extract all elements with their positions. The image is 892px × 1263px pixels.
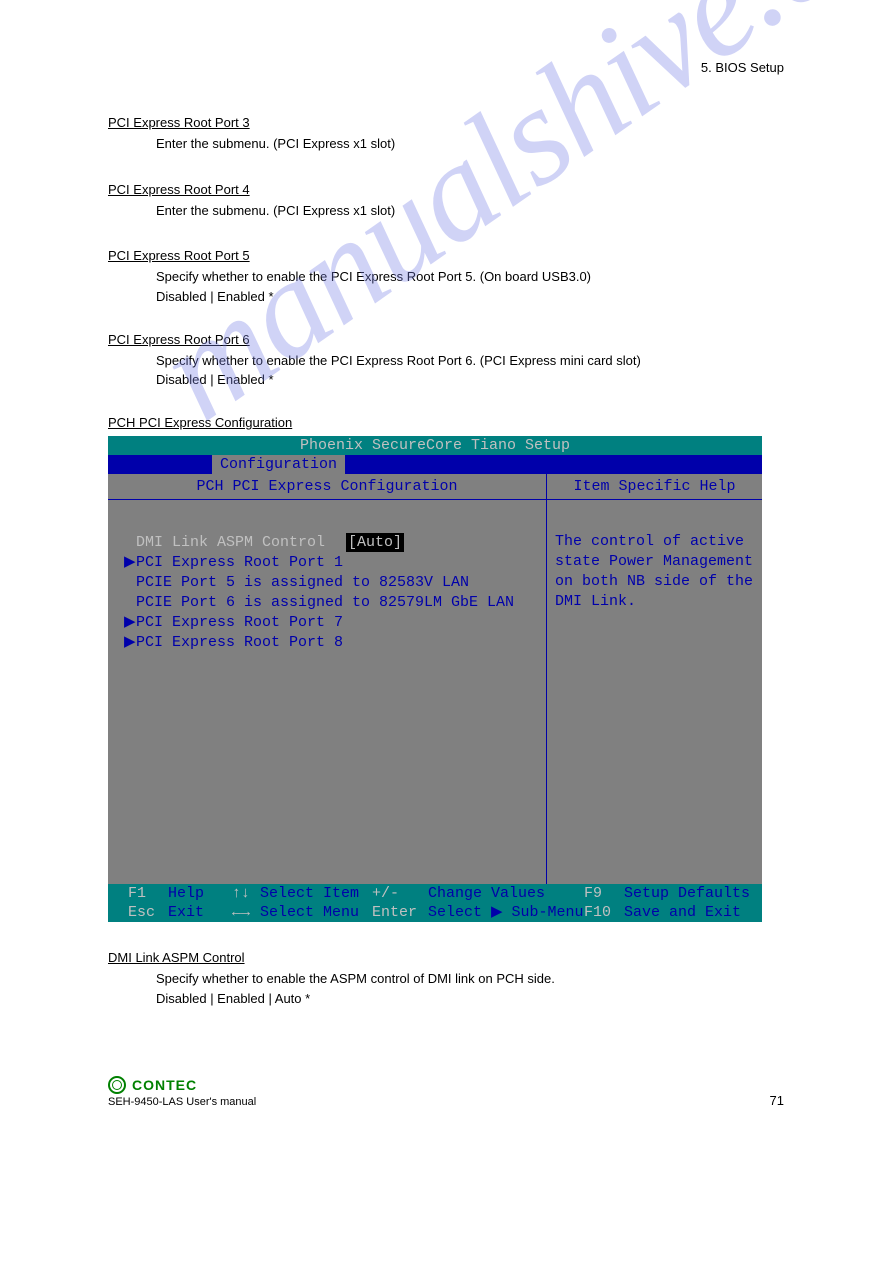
bios-right-panel: Item Specific Help The control of active… xyxy=(547,474,762,884)
label-select-submenu: Select ▶ Sub-Menu xyxy=(428,903,584,922)
label-exit: Exit xyxy=(168,903,232,922)
bios-tab-configuration[interactable]: Configuration xyxy=(212,455,345,474)
key-updown: ↑↓ xyxy=(232,884,260,903)
body-root-port-5: Specify whether to enable the PCI Expres… xyxy=(156,267,784,287)
bios-row-port1[interactable]: ▶ PCI Express Root Port 1 xyxy=(124,552,546,572)
options-root-port-5: Disabled | Enabled * xyxy=(156,289,784,304)
row-value[interactable]: [Auto] xyxy=(346,533,404,552)
bios-row-dmi-aspm[interactable]: DMI Link ASPM Control [Auto] xyxy=(124,532,546,552)
heading-root-port-4: PCI Express Root Port 4 xyxy=(108,182,784,197)
note-text: (PCI Express mini card slot) xyxy=(476,353,641,368)
desc-text: Enter the submenu. xyxy=(156,203,269,218)
key-enter: Enter xyxy=(372,903,428,922)
bios-item-list: DMI Link ASPM Control [Auto] ▶ PCI Expre… xyxy=(108,500,546,652)
bios-footer-row-1: F1 Help ↑↓ Select Item +/- Change Values… xyxy=(108,884,762,903)
bios-left-title: PCH PCI Express Configuration xyxy=(108,474,546,500)
row-label: PCI Express Root Port 7 xyxy=(136,613,546,632)
heading-dmi-aspm: DMI Link ASPM Control xyxy=(108,950,784,965)
row-label: PCI Express Root Port 8 xyxy=(136,633,546,652)
body-root-port-4: Enter the submenu. (PCI Express x1 slot) xyxy=(156,201,784,221)
heading-pch-config: PCH PCI Express Configuration xyxy=(108,415,784,430)
bios-footer: F1 Help ↑↓ Select Item +/- Change Values… xyxy=(108,884,762,922)
key-f10: F10 xyxy=(584,903,624,922)
heading-root-port-6: PCI Express Root Port 6 xyxy=(108,332,784,347)
contec-logo-text: CONTEC xyxy=(132,1077,197,1093)
heading-root-port-3: PCI Express Root Port 3 xyxy=(108,115,784,130)
footer-doc-title: SEH-9450-LAS User's manual xyxy=(108,1096,784,1108)
label-save-exit: Save and Exit xyxy=(624,903,741,922)
row-label: PCIE Port 5 is assigned to 82583V LAN xyxy=(136,573,546,592)
desc-text: Specify whether to enable the PCI Expres… xyxy=(156,353,476,368)
bios-help-text: The control of active state Power Manage… xyxy=(547,500,762,612)
note-text: (On board USB3.0) xyxy=(476,269,591,284)
bios-screenshot: Phoenix SecureCore Tiano Setup Configura… xyxy=(108,436,762,922)
heading-root-port-5: PCI Express Root Port 5 xyxy=(108,248,784,263)
note-text: (PCI Express x1 slot) xyxy=(269,136,395,151)
contec-logo-icon xyxy=(108,1076,126,1094)
key-leftright: ←→ xyxy=(232,903,260,922)
bios-title: Phoenix SecureCore Tiano Setup xyxy=(108,436,762,455)
label-select-menu: Select Menu xyxy=(260,903,372,922)
options-dmi-aspm: Disabled | Enabled | Auto * xyxy=(156,991,784,1006)
bios-row-port5-info: PCIE Port 5 is assigned to 82583V LAN xyxy=(124,572,546,592)
bios-row-port7[interactable]: ▶ PCI Express Root Port 7 xyxy=(124,612,546,632)
label-help: Help xyxy=(168,884,232,903)
desc-text: Specify whether to enable the PCI Expres… xyxy=(156,269,476,284)
submenu-marker-icon: ▶ xyxy=(124,613,136,632)
key-plusminus: +/- xyxy=(372,884,428,903)
bios-footer-row-2: Esc Exit ←→ Select Menu Enter Select ▶ S… xyxy=(108,903,762,922)
desc-text: Enter the submenu. xyxy=(156,136,269,151)
key-esc: Esc xyxy=(128,903,168,922)
page-number: 71 xyxy=(770,1093,784,1108)
note-text: (PCI Express x1 slot) xyxy=(269,203,395,218)
bios-row-port6-info: PCIE Port 6 is assigned to 82579LM GbE L… xyxy=(124,592,546,612)
label-select-item: Select Item xyxy=(260,884,372,903)
body-dmi-aspm: Specify whether to enable the ASPM contr… xyxy=(156,969,784,989)
bios-row-port8[interactable]: ▶ PCI Express Root Port 8 xyxy=(124,632,546,652)
options-root-port-6: Disabled | Enabled * xyxy=(156,372,784,387)
key-f1: F1 xyxy=(128,884,168,903)
submenu-marker-icon: ▶ xyxy=(124,553,136,572)
bios-right-title: Item Specific Help xyxy=(547,474,762,500)
submenu-marker-icon: ▶ xyxy=(124,633,136,652)
chapter-label: 5. BIOS Setup xyxy=(108,60,784,75)
label-change-values: Change Values xyxy=(428,884,584,903)
row-label: PCIE Port 6 is assigned to 82579LM GbE L… xyxy=(136,593,546,612)
row-label: DMI Link ASPM Control xyxy=(136,533,346,552)
bios-tab-bar: Configuration xyxy=(108,455,762,474)
row-label: PCI Express Root Port 1 xyxy=(136,553,546,572)
page-footer: CONTEC xyxy=(108,1076,784,1094)
key-f9: F9 xyxy=(584,884,624,903)
body-root-port-6: Specify whether to enable the PCI Expres… xyxy=(156,351,784,371)
body-root-port-3: Enter the submenu. (PCI Express x1 slot) xyxy=(156,134,784,154)
label-setup-defaults: Setup Defaults xyxy=(624,884,750,903)
bios-left-panel: PCH PCI Express Configuration DMI Link A… xyxy=(108,474,547,884)
